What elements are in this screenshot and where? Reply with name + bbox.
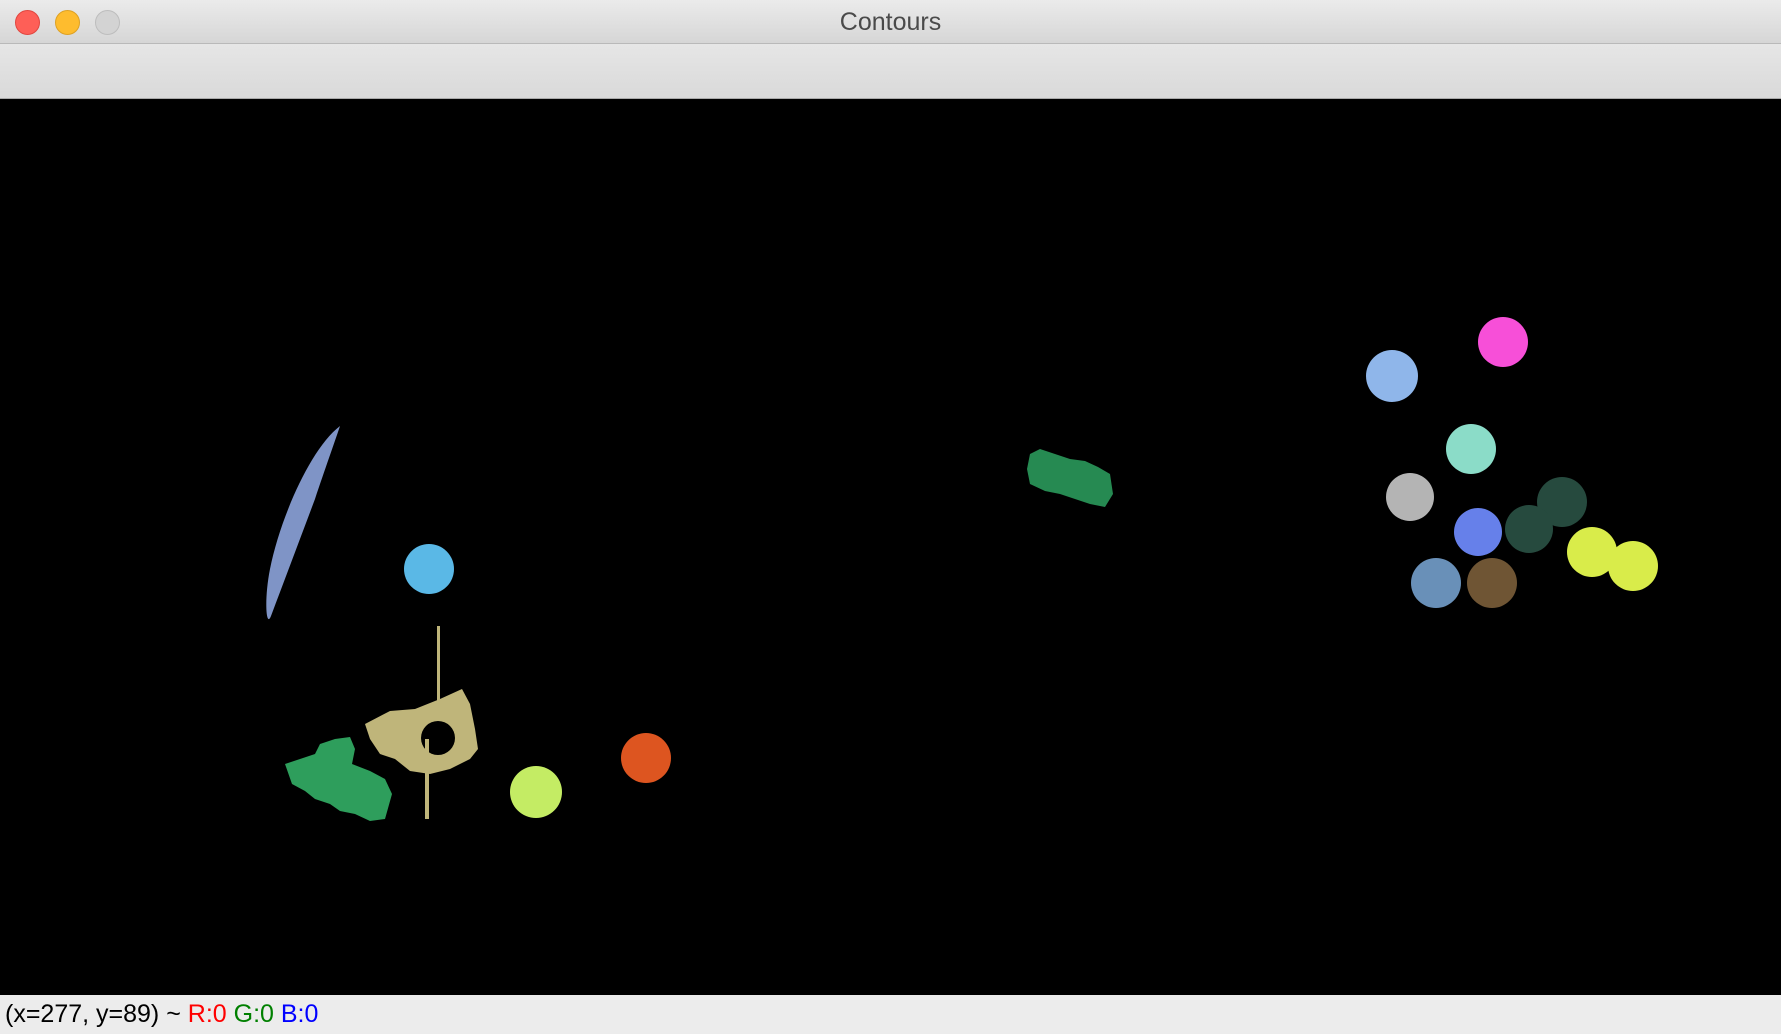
contour-green-blob <box>285 737 392 821</box>
contour-circle-steel-blue <box>1411 558 1461 608</box>
cursor-coordinates: (x=277, y=89) ~ <box>5 1000 188 1028</box>
contours-image <box>266 317 1658 821</box>
contour-circle-brown <box>1467 558 1517 608</box>
contour-circle-lime <box>510 766 562 818</box>
status-bar: (x=277, y=89) ~ R:0 G:0 B:0 <box>0 995 1781 1034</box>
contour-dark-green-blob <box>1027 449 1113 507</box>
contour-circle-gray <box>1386 473 1434 521</box>
contour-circle-magenta <box>1478 317 1528 367</box>
contour-circle-sky-blue <box>404 544 454 594</box>
contour-crescent <box>266 426 340 620</box>
title-bar: Contours <box>0 0 1781 44</box>
green-value: G:0 <box>233 1000 274 1028</box>
contour-circle-light-blue <box>1366 350 1418 402</box>
contour-circle-dark-slate-2 <box>1505 505 1553 553</box>
contour-circle-yellow-2 <box>1608 541 1658 591</box>
toolbar <box>0 44 1781 99</box>
contour-circle-orange <box>621 733 671 783</box>
contour-circle-aqua <box>1446 424 1496 474</box>
blue-value: B:0 <box>280 1000 319 1028</box>
image-canvas[interactable] <box>0 99 1781 995</box>
red-value: R:0 <box>187 1000 227 1028</box>
app-window: Contours (x=277, y=89) ~ R:0 G:0 B:0 <box>0 0 1781 1034</box>
contour-circle-royal-blue <box>1454 508 1502 556</box>
window-title: Contours <box>839 8 942 36</box>
